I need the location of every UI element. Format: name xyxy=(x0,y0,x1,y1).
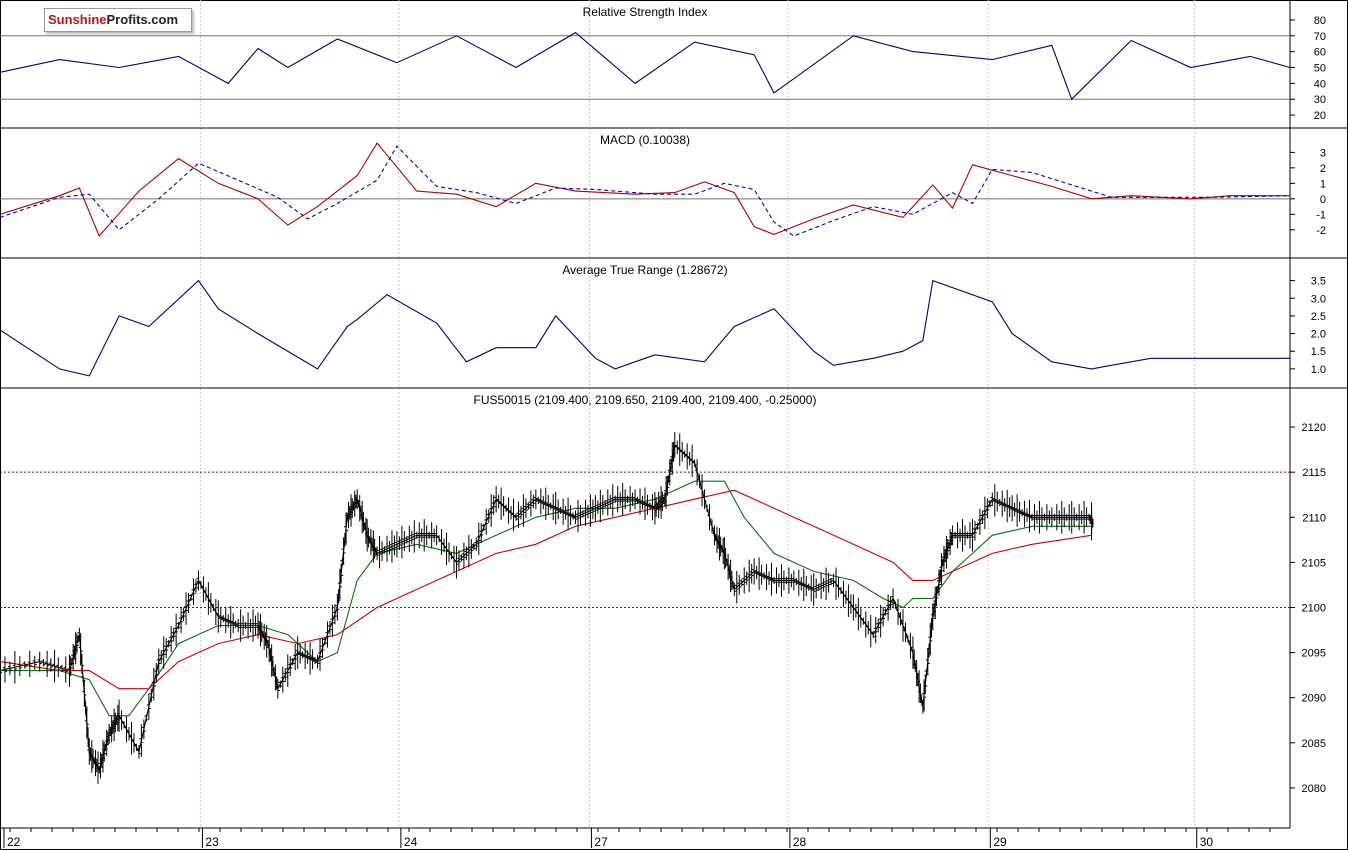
stock-chart: Relative Strength Index20304050607080MAC… xyxy=(0,0,1348,850)
rsi-ytick-label: 50 xyxy=(1314,63,1326,75)
rsi-ytick-label: 80 xyxy=(1314,15,1326,27)
price-title: FUS50015 (2109.400, 2109.650, 2109.400, … xyxy=(474,393,817,407)
price-ytick-label: 2090 xyxy=(1302,693,1326,705)
price-ytick-label: 2110 xyxy=(1302,512,1326,524)
x-tick-label: 28 xyxy=(793,835,807,849)
macd-title: MACD (0.10038) xyxy=(600,133,690,147)
macd-ytick-label: 2 xyxy=(1320,163,1326,175)
rsi-series-1-line xyxy=(0,31,1291,101)
price-ytick-label: 2095 xyxy=(1302,648,1326,660)
atr-ytick-label: 2.0 xyxy=(1311,329,1326,341)
brand-logo-part1: Sunshine xyxy=(48,12,107,27)
brand-logo[interactable]: SunshineProfits.com xyxy=(44,8,192,32)
atr-ytick-label: 1.0 xyxy=(1311,364,1326,376)
x-tick-label: 22 xyxy=(7,835,21,849)
atr-ytick-label: 2.5 xyxy=(1311,311,1326,323)
macd-ytick-label: -2 xyxy=(1316,225,1326,237)
macd-series-2-line xyxy=(0,145,1291,237)
rsi-ytick-label: 30 xyxy=(1314,94,1326,106)
x-tick-label: 24 xyxy=(404,835,418,849)
atr-title: Average True Range (1.28672) xyxy=(562,263,727,277)
price-ytick-label: 2105 xyxy=(1302,557,1326,569)
macd-ytick-label: 0 xyxy=(1320,194,1326,206)
price-ytick-label: 2115 xyxy=(1302,467,1326,479)
atr-ytick-label: 3.5 xyxy=(1311,276,1326,288)
rsi-ytick-label: 20 xyxy=(1314,110,1326,122)
rsi-ytick-label: 60 xyxy=(1314,47,1326,59)
atr-series-1-line xyxy=(0,279,1290,377)
x-tick-label: 30 xyxy=(1200,835,1214,849)
x-tick-label: 29 xyxy=(993,835,1007,849)
macd-ytick-label: -1 xyxy=(1316,209,1326,221)
price-ytick-label: 2100 xyxy=(1302,602,1326,614)
atr-ytick-label: 1.5 xyxy=(1311,346,1326,358)
rsi-ytick-label: 70 xyxy=(1314,31,1326,43)
brand-logo-part2: Profits.com xyxy=(106,12,179,27)
rsi-title: Relative Strength Index xyxy=(583,5,708,19)
macd-ytick-label: 1 xyxy=(1320,178,1326,190)
macd-ytick-label: 3 xyxy=(1320,147,1326,159)
price-ytick-label: 2080 xyxy=(1302,783,1326,795)
price-ytick-label: 2120 xyxy=(1302,422,1326,434)
macd-series-1-line xyxy=(0,142,1290,238)
atr-ytick-label: 3.0 xyxy=(1311,293,1326,305)
rsi-ytick-label: 40 xyxy=(1314,78,1326,90)
price-ytick-label: 2085 xyxy=(1302,738,1326,750)
x-tick-label: 27 xyxy=(594,835,608,849)
x-tick-label: 23 xyxy=(205,835,219,849)
